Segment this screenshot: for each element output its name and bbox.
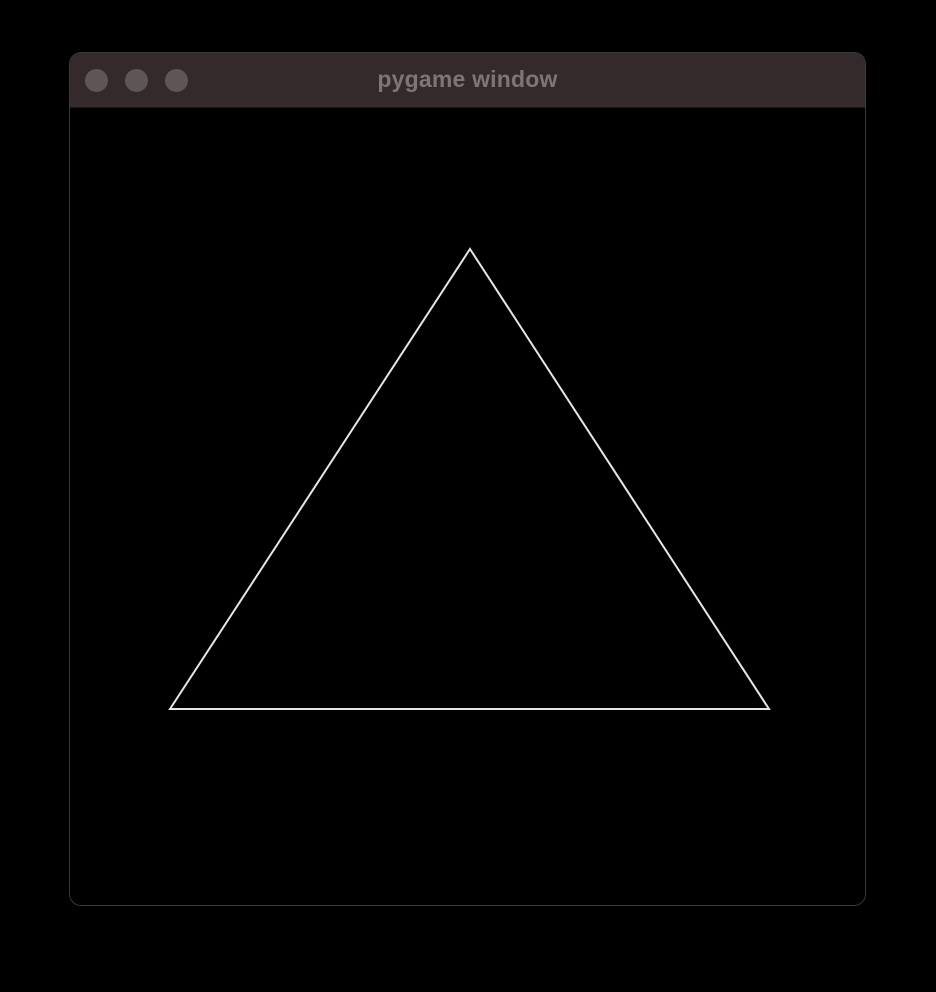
canvas-drawing [168, 247, 771, 710]
title-bar[interactable]: pygame window [70, 53, 865, 108]
window-title: pygame window [377, 66, 558, 92]
triangle-outline [168, 247, 771, 710]
pygame-window: pygame window [69, 52, 866, 906]
game-canvas[interactable] [70, 108, 865, 905]
